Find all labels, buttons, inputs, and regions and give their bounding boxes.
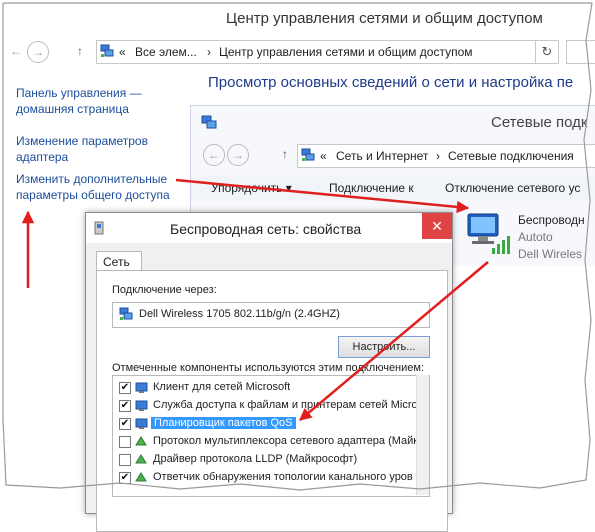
torn-frame bbox=[0, 0, 595, 494]
